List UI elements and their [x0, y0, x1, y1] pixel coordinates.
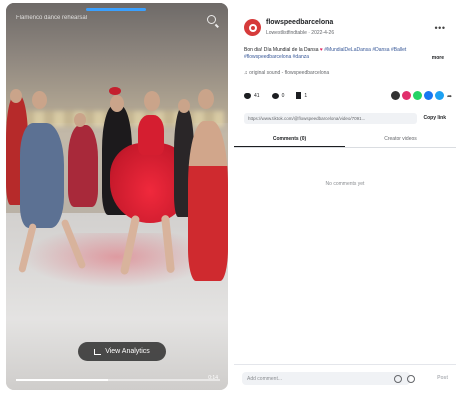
dancer-head — [144, 91, 160, 111]
post-link-field[interactable]: https://www.tiktok.com/@flowspeedbarcelo… — [244, 112, 418, 124]
video-time: 0:14 — [208, 375, 218, 381]
tab-comments[interactable]: Comments (0) — [234, 132, 345, 147]
chart-icon — [94, 348, 102, 355]
app-window: Flamenco dance rehearsal View Analytics … — [0, 0, 459, 393]
video-caption: Flamenco dance rehearsal — [16, 15, 88, 21]
account-subtitle: Lowestlistfindtable · 2022-4-26 — [266, 30, 335, 36]
link-row: https://www.tiktok.com/@flowspeedbarcelo… — [244, 112, 448, 124]
save-count: 1 — [304, 92, 308, 99]
red-headpiece — [109, 87, 121, 95]
comment-icon — [271, 92, 279, 99]
share-buttons — [391, 91, 444, 100]
scrubber-fill — [16, 379, 108, 381]
video-progress-indicator — [86, 8, 146, 11]
search-icon[interactable] — [207, 15, 216, 24]
dancer-head — [198, 89, 214, 109]
whatsapp-share-icon[interactable] — [413, 91, 422, 100]
copy-link-button[interactable]: Copy link — [421, 115, 448, 121]
dancer-head — [10, 89, 22, 103]
caption-text: Bon dia! Día Mundial de la Dansa — [244, 47, 319, 53]
more-options-icon[interactable]: • • • — [435, 23, 446, 33]
tab-creator-videos[interactable]: Creator videos — [345, 132, 456, 147]
dancer-right-male — [188, 121, 228, 281]
bookmark-icon — [296, 92, 302, 99]
dancer-head — [32, 91, 47, 109]
facebook-share-icon[interactable] — [424, 91, 433, 100]
account-name[interactable]: flowspeedbarcelona — [266, 19, 333, 26]
video-player[interactable]: Flamenco dance rehearsal View Analytics … — [6, 3, 228, 390]
avatar[interactable] — [244, 19, 261, 36]
twitter-share-icon[interactable] — [435, 91, 444, 100]
heart-emoji-icon: ♥ — [319, 47, 323, 53]
like-count: 41 — [254, 92, 260, 99]
share-arrow-icon[interactable]: ➦ — [447, 93, 452, 100]
emoji-icon[interactable] — [407, 375, 415, 383]
view-analytics-label: View Analytics — [105, 348, 150, 355]
sound-meta[interactable]: ♫ original sound - flowspeedbarcelona — [244, 70, 329, 76]
embed-share-icon[interactable] — [391, 91, 400, 100]
post-details-panel: flowspeedbarcelona Lowestlistfindtable ·… — [234, 3, 456, 390]
post-caption: Bon dia! Día Mundial de la Dansa ♥ #Mund… — [244, 47, 424, 61]
comment-count: 0 — [281, 92, 285, 99]
avatar-logo-icon — [248, 23, 257, 32]
comment-input[interactable]: Add comment... — [242, 372, 410, 385]
instagram-share-icon[interactable] — [402, 91, 411, 100]
view-analytics-button[interactable]: View Analytics — [78, 342, 166, 361]
post-comment-button[interactable]: Post — [437, 375, 448, 381]
video-scrubber[interactable] — [16, 379, 220, 381]
dancer-back — [68, 125, 98, 207]
heart-icon — [244, 92, 251, 99]
empty-comments-text: No comments yet — [325, 181, 365, 187]
dancer-denim — [20, 123, 64, 228]
caption-more-link[interactable]: more — [432, 55, 444, 61]
engagement-actions: 41 0 1 — [244, 92, 307, 99]
comment-bar: Add comment... Post — [234, 364, 456, 390]
sound-label: original sound - flowspeedbarcelona — [249, 70, 330, 76]
comment-button[interactable]: 0 — [271, 92, 285, 99]
dancer-head — [178, 99, 190, 113]
dancer-head — [110, 95, 124, 112]
mention-icon[interactable] — [394, 375, 402, 383]
save-button[interactable]: 1 — [296, 92, 307, 99]
center-bodice — [138, 115, 164, 155]
like-button[interactable]: 41 — [244, 92, 260, 99]
comment-tabs: Comments (0) Creator videos — [234, 132, 456, 148]
dancer-head — [74, 113, 86, 127]
